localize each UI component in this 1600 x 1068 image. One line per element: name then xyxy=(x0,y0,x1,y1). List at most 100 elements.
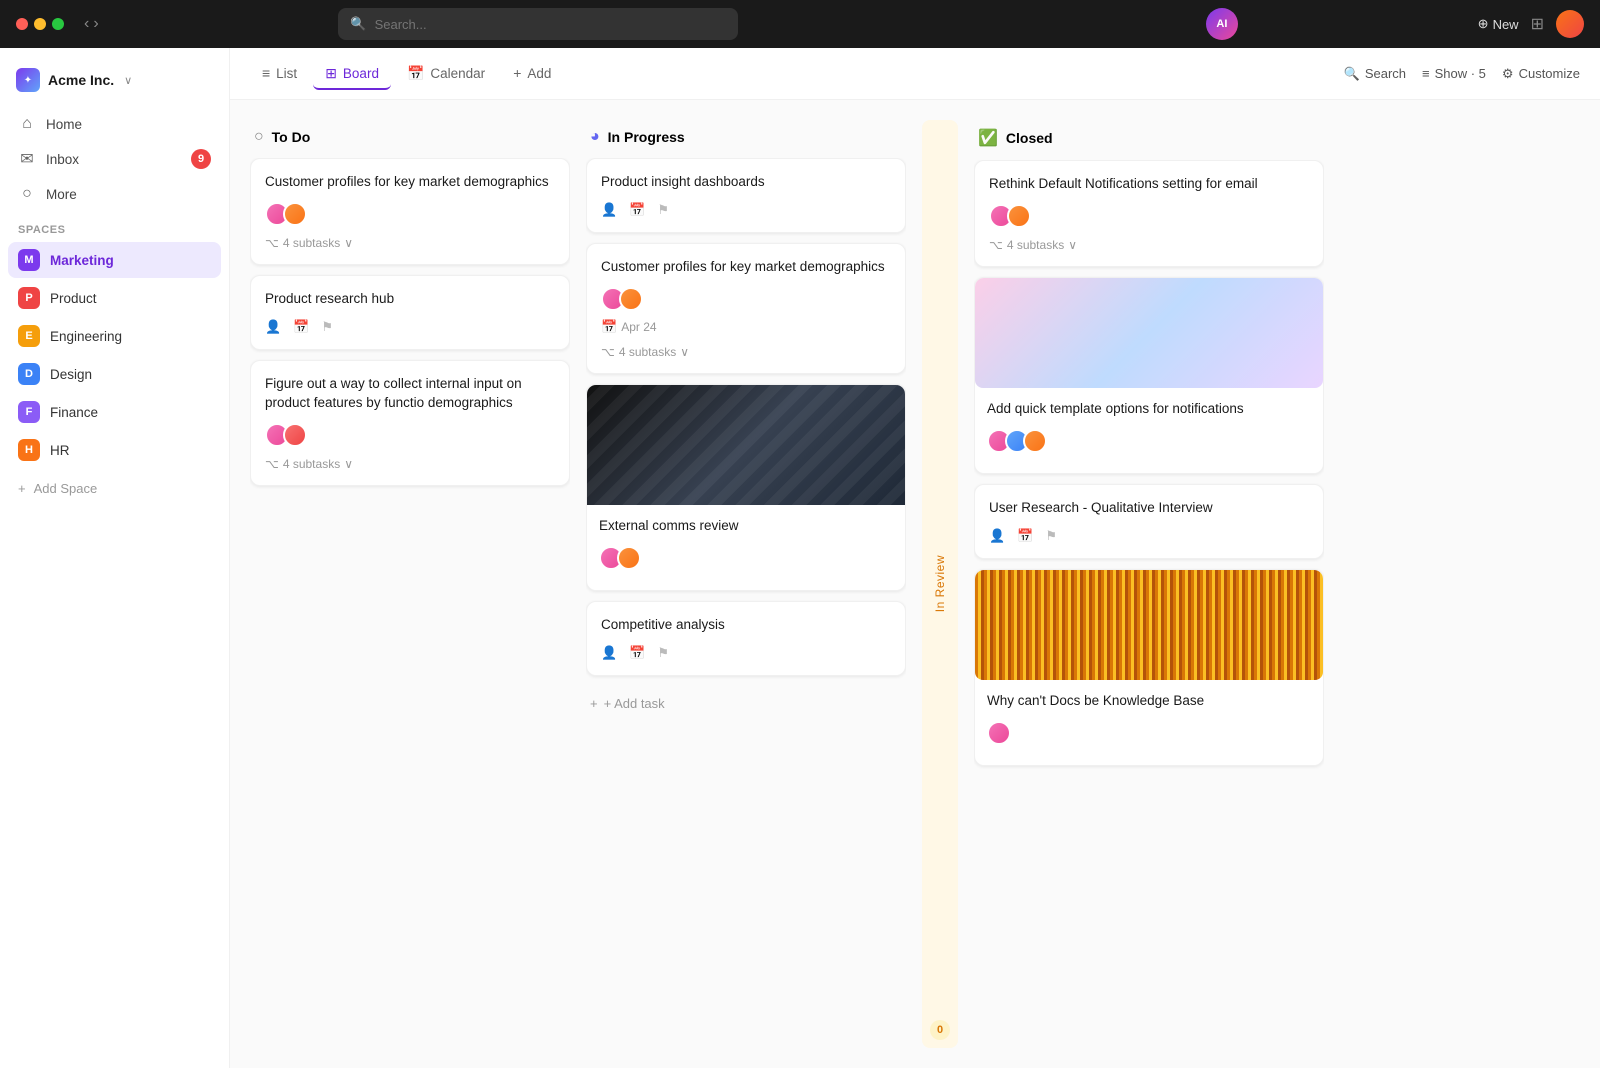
meta-users: 👤 xyxy=(989,528,1005,544)
column-closed-title: Closed xyxy=(1006,130,1053,146)
traffic-light-yellow[interactable] xyxy=(34,18,46,30)
search-input[interactable] xyxy=(375,17,727,32)
subtasks-row[interactable]: ⌥ 4 subtasks ∨ xyxy=(989,238,1309,252)
avatar xyxy=(1023,429,1047,453)
tab-list[interactable]: ≡ List xyxy=(250,59,309,89)
meta-calendar: 📅 xyxy=(629,202,645,218)
workspace-header[interactable]: ✦ Acme Inc. ∨ xyxy=(0,60,229,108)
meta-users: 👤 xyxy=(601,645,617,661)
space-label-finance: Finance xyxy=(50,405,98,420)
closed-cards: Rethink Default Notifications setting fo… xyxy=(974,160,1324,1048)
show-button[interactable]: ≡ Show · 5 xyxy=(1422,66,1486,81)
card-image-content: Why can't Docs be Knowledge Base xyxy=(975,680,1323,765)
content-area: ≡ List ⊞ Board 📅 Calendar + Add 🔍 Search xyxy=(230,48,1600,1068)
traffic-light-green[interactable] xyxy=(52,18,64,30)
customize-button[interactable]: ⚙ Customize xyxy=(1502,66,1580,82)
space-icon-design: D xyxy=(18,363,40,385)
space-label-marketing: Marketing xyxy=(50,253,114,268)
column-todo: ○ To Do Customer profiles for key market… xyxy=(250,120,570,1048)
card-title: Why can't Docs be Knowledge Base xyxy=(987,692,1311,711)
sidebar-item-finance[interactable]: F Finance xyxy=(8,394,221,430)
sidebar-item-inbox[interactable]: ✉ Inbox 9 xyxy=(8,142,221,176)
board-icon: ⊞ xyxy=(325,65,337,82)
column-inprogress-header: ◕ In Progress xyxy=(586,120,906,158)
column-todo-header: ○ To Do xyxy=(250,120,570,158)
space-label-hr: HR xyxy=(50,443,70,458)
subtasks-row[interactable]: ⌥ 4 subtasks ∨ xyxy=(601,345,891,359)
tab-calendar[interactable]: 📅 Calendar xyxy=(395,59,497,90)
sidebar-item-more[interactable]: ○ More xyxy=(8,178,221,210)
card-image-content: External comms review xyxy=(587,505,905,590)
card-closed-4: Why can't Docs be Knowledge Base xyxy=(974,569,1324,766)
sidebar-item-marketing[interactable]: M Marketing xyxy=(8,242,221,278)
sidebar-item-product[interactable]: P Product xyxy=(8,280,221,316)
column-todo-title: To Do xyxy=(272,129,311,145)
workspace-logo: ✦ xyxy=(16,68,40,92)
closed-status-icon: ✅ xyxy=(978,128,998,148)
sidebar-item-home[interactable]: ⌂ Home xyxy=(8,108,221,140)
search-bar[interactable]: 🔍 xyxy=(338,8,738,40)
new-button[interactable]: ⊕ New xyxy=(1478,16,1519,32)
grid-icon[interactable]: ⊞ xyxy=(1531,14,1544,34)
top-right-actions: ⊕ New ⊞ xyxy=(1478,10,1584,38)
sidebar-item-engineering[interactable]: E Engineering xyxy=(8,318,221,354)
sidebar-item-hr[interactable]: H HR xyxy=(8,432,221,468)
todo-status-icon: ○ xyxy=(254,128,264,146)
card-meta: 👤 📅 ⚑ xyxy=(601,202,891,218)
sidebar-item-label: Home xyxy=(46,117,82,132)
search-button[interactable]: 🔍 Search xyxy=(1344,66,1406,82)
nav-forward[interactable]: › xyxy=(93,16,98,32)
flag-icon: ⚑ xyxy=(321,319,333,335)
meta-calendar: 📅 xyxy=(1017,528,1033,544)
sidebar-item-design[interactable]: D Design xyxy=(8,356,221,392)
space-label-engineering: Engineering xyxy=(50,329,122,344)
space-icon-engineering: E xyxy=(18,325,40,347)
list-icon: ≡ xyxy=(262,65,270,81)
calendar-icon: 📅 xyxy=(407,65,424,82)
calendar-icon: 📅 xyxy=(601,319,617,335)
card-title: Product insight dashboards xyxy=(601,173,891,192)
filter-icon: ≡ xyxy=(1422,66,1430,81)
tab-calendar-label: Calendar xyxy=(430,66,485,81)
card-image-gold xyxy=(975,570,1323,680)
tab-board-label: Board xyxy=(343,66,379,81)
card-title: External comms review xyxy=(599,517,893,536)
traffic-light-red[interactable] xyxy=(16,18,28,30)
todo-cards: Customer profiles for key market demogra… xyxy=(250,158,570,1048)
card-image-pink xyxy=(975,278,1323,388)
add-space-button[interactable]: + Add Space xyxy=(0,474,229,503)
users-icon: 👤 xyxy=(265,319,281,335)
calendar-icon: 📅 xyxy=(629,645,645,661)
chevron-icon: ∨ xyxy=(344,236,353,250)
user-avatar[interactable] xyxy=(1556,10,1584,38)
card-title: User Research - Qualitative Interview xyxy=(989,499,1309,518)
meta-flag: ⚑ xyxy=(657,202,669,218)
tab-board[interactable]: ⊞ Board xyxy=(313,59,391,90)
card-todo-3: Figure out a way to collect internal inp… xyxy=(250,360,570,486)
subtasks-row[interactable]: ⌥ 4 subtasks ∨ xyxy=(265,457,555,471)
flag-icon: ⚑ xyxy=(657,202,669,218)
inbox-badge: 9 xyxy=(191,149,211,169)
tab-list-label: List xyxy=(276,66,297,81)
card-ip-2: Customer profiles for key market demogra… xyxy=(586,243,906,374)
avatar xyxy=(1007,204,1031,228)
card-title: Add quick template options for notificat… xyxy=(987,400,1311,419)
sidebar-item-label: More xyxy=(46,187,77,202)
tab-add[interactable]: + Add xyxy=(501,59,563,89)
subtasks-row[interactable]: ⌥ 4 subtasks ∨ xyxy=(265,236,555,250)
meta-date: 📅 Apr 24 xyxy=(601,319,657,335)
in-review-label: In Review xyxy=(933,555,947,612)
space-icon-product: P xyxy=(18,287,40,309)
space-label-product: Product xyxy=(50,291,97,306)
add-task-button[interactable]: + + Add task xyxy=(586,686,906,721)
traffic-lights xyxy=(16,18,64,30)
nav-back[interactable]: ‹ xyxy=(84,16,89,32)
meta-flag: ⚑ xyxy=(321,319,333,335)
card-title: Rethink Default Notifications setting fo… xyxy=(989,175,1309,194)
avatar xyxy=(617,546,641,570)
ai-button[interactable]: AI xyxy=(1206,8,1238,40)
card-avatars xyxy=(265,202,555,226)
sidebar-item-label: Inbox xyxy=(46,152,79,167)
meta-flag: ⚑ xyxy=(657,645,669,661)
inprogress-cards: Product insight dashboards 👤 📅 ⚑ xyxy=(586,158,906,1048)
